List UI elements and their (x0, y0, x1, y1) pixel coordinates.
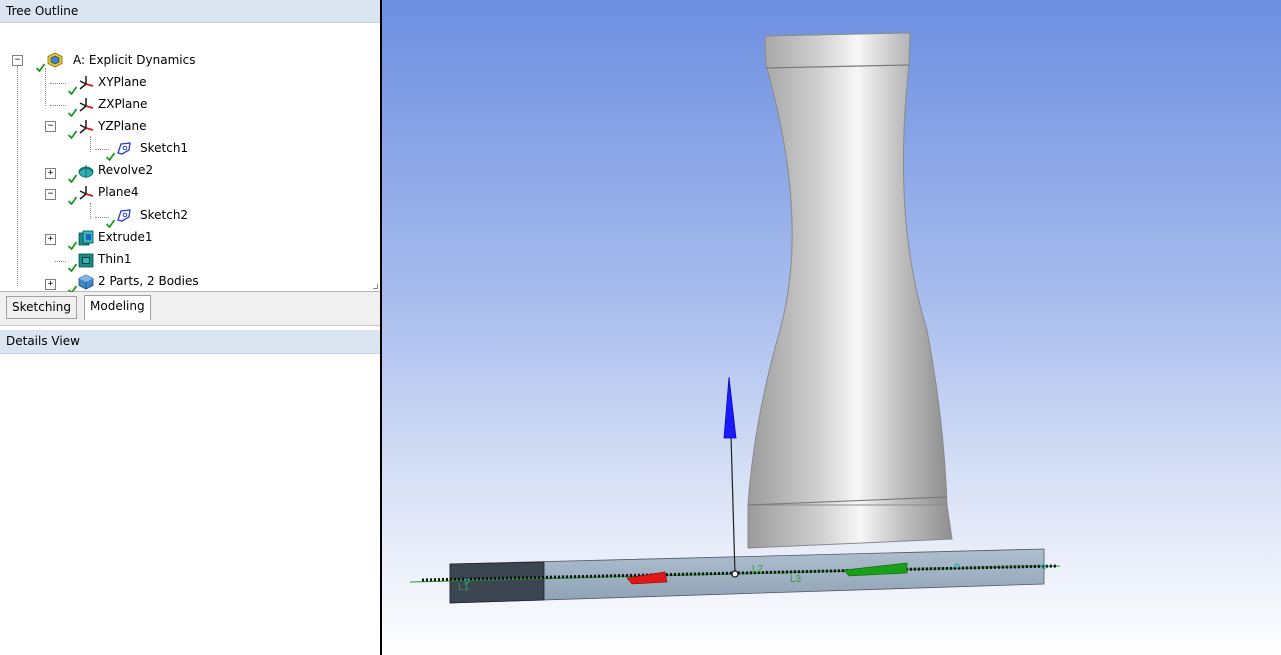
model-3d-view[interactable]: L1 L2 L3 (382, 0, 1281, 655)
tab-bar: Sketching Modeling (0, 292, 380, 326)
plane-axes-icon (79, 98, 94, 112)
details-view-title: Details View (6, 334, 80, 348)
expand-toggle[interactable]: + (45, 279, 56, 290)
expand-toggle[interactable]: + (45, 168, 56, 179)
tab-sketching[interactable]: Sketching (6, 296, 77, 319)
tree-node-thin1[interactable]: Thin1 (98, 252, 132, 266)
tree-node-revolve2[interactable]: Revolve2 (98, 163, 153, 177)
tree-outline-title: Tree Outline (6, 4, 79, 18)
parts-bodies-icon (78, 274, 94, 290)
details-view-header: Details View (0, 330, 380, 354)
revolve-icon (78, 165, 94, 178)
collapse-toggle[interactable]: − (45, 189, 56, 200)
status-check-icon (68, 174, 77, 183)
line-label-l1: L1 (458, 582, 470, 593)
sketch-icon (117, 142, 131, 155)
revolve-body[interactable] (747, 32, 953, 549)
triad-origin (731, 570, 739, 578)
tree-connector (90, 136, 91, 152)
tree-node-sketch2[interactable]: Sketch2 (140, 208, 188, 222)
geometry-root-icon (47, 52, 63, 68)
status-check-icon (68, 263, 77, 272)
tree-connector (90, 203, 91, 219)
tree-node-parts-bodies[interactable]: 2 Parts, 2 Bodies (98, 274, 199, 288)
tree-node-extrude1[interactable]: Extrude1 (98, 230, 153, 244)
tree-connector (50, 105, 66, 106)
tree-outline-header: Tree Outline (0, 0, 380, 23)
tree-connector (50, 83, 66, 84)
status-check-icon (106, 219, 115, 228)
extrude-icon (78, 230, 94, 246)
tree-connector (45, 68, 46, 106)
tree-node-yzplane[interactable]: YZPlane (98, 119, 146, 133)
plane-axes-icon (79, 186, 94, 200)
status-check-icon (68, 86, 77, 95)
tab-modeling[interactable]: Modeling (84, 295, 151, 320)
tree-node-zxplane[interactable]: ZXPlane (98, 97, 147, 111)
plane-axes-icon (79, 120, 94, 134)
status-check-icon (36, 63, 45, 72)
status-check-icon (68, 108, 77, 117)
status-check-icon (106, 152, 115, 161)
tree-connector (55, 261, 66, 262)
sketch-icon (117, 209, 131, 222)
expand-toggle[interactable]: + (45, 234, 56, 245)
details-view: Details View (0, 330, 380, 655)
line-label-l3: L3 (790, 574, 802, 585)
collapse-toggle[interactable]: − (45, 121, 56, 132)
tree-connector (95, 149, 109, 150)
plane-axes-icon (79, 76, 94, 90)
tree-node-sketch1[interactable]: Sketch1 (140, 141, 188, 155)
status-check-icon (68, 241, 77, 250)
left-panel: Tree Outline − A: Explicit Dynamics XYPl… (0, 0, 380, 655)
z-axis-arrow (723, 376, 737, 439)
tree-node-explicit-dynamics[interactable]: A: Explicit Dynamics (73, 53, 195, 67)
thin-icon (78, 253, 94, 268)
resize-grip[interactable] (373, 284, 378, 289)
tree-outline: − A: Explicit Dynamics XYPlane ZXPlane − (0, 23, 380, 294)
tree-connector (95, 217, 109, 218)
collapse-toggle[interactable]: − (12, 55, 23, 66)
tree-node-plane4[interactable]: Plane4 (98, 185, 139, 199)
graphics-viewport[interactable]: L1 L2 L3 (382, 0, 1281, 655)
status-check-icon (68, 196, 77, 205)
tree-node-xyplane[interactable]: XYPlane (98, 75, 146, 89)
status-check-icon (68, 130, 77, 139)
tree-connector (17, 66, 18, 286)
line-label-l2: L2 (752, 564, 764, 575)
